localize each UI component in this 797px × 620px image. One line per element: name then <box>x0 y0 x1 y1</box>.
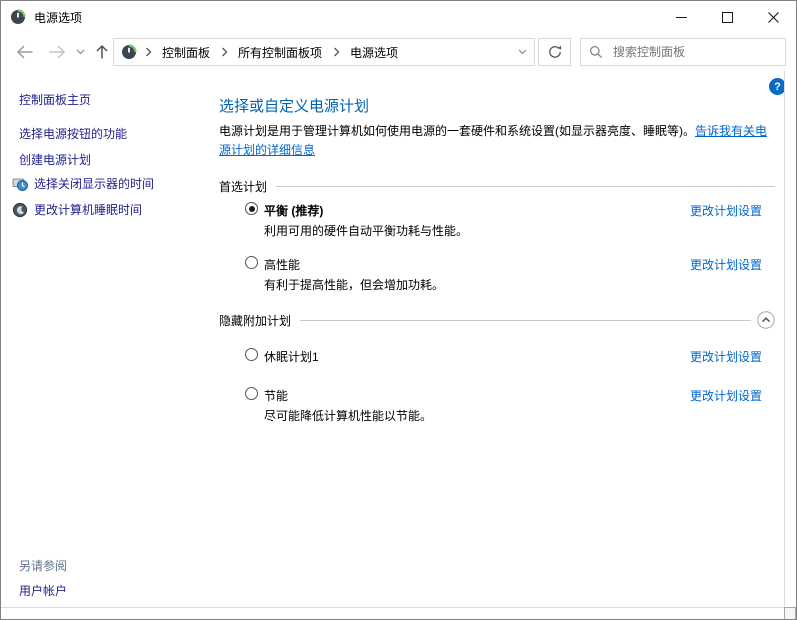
sidebar-item-display-off-time[interactable]: 选择关闭显示器的时间 <box>12 175 154 192</box>
forward-button[interactable] <box>45 42 69 62</box>
breadcrumb-item-all-control-panel-items[interactable]: 所有控制面板项 <box>231 39 329 65</box>
sidebar-item-create-power-plan[interactable]: 创建电源计划 <box>19 151 91 168</box>
plan-radio-high-performance[interactable] <box>245 256 258 269</box>
power-options-icon <box>121 44 137 60</box>
chevron-down-icon <box>76 49 85 55</box>
refresh-icon <box>548 45 562 59</box>
see-also-header: 另请参阅 <box>19 557 67 574</box>
sidebar-item-sleep-time[interactable]: 更改计算机睡眠时间 <box>12 201 142 218</box>
collapse-section-button[interactable] <box>757 311 775 329</box>
section-header-label: 隐藏附加计划 <box>219 312 291 329</box>
plan-row-high-performance: 高性能 更改计划设置 <box>219 255 775 273</box>
plan-radio-balanced[interactable] <box>245 202 258 215</box>
chevron-down-icon <box>518 49 527 55</box>
search-icon <box>589 45 603 59</box>
sleep-icon <box>12 202 28 218</box>
breadcrumb-item-control-panel[interactable]: 控制面板 <box>155 39 217 65</box>
intro-text: 电源计划是用于管理计算机如何使用电源的一套硬件和系统设置(如显示器亮度、睡眠等)… <box>219 124 695 138</box>
section-header-label: 首选计划 <box>219 178 267 195</box>
recent-locations-dropdown[interactable] <box>73 42 87 62</box>
breadcrumb-item-power-options[interactable]: 电源选项 <box>343 39 405 65</box>
page-title: 选择或自定义电源计划 <box>219 95 369 116</box>
plan-description: 利用可用的硬件自动平衡功耗与性能。 <box>264 222 468 239</box>
search-input[interactable] <box>611 44 777 60</box>
intro-paragraph: 电源计划是用于管理计算机如何使用电源的一套硬件和系统设置(如显示器亮度、睡眠等)… <box>219 122 767 160</box>
address-dropdown-button[interactable] <box>510 39 534 65</box>
address-bar[interactable]: 控制面板 所有控制面板项 电源选项 <box>113 38 535 66</box>
refresh-button[interactable] <box>538 38 571 66</box>
plan-name[interactable]: 高性能 <box>264 256 300 273</box>
plan-row-balanced: 平衡 (推荐) 更改计划设置 <box>219 201 775 219</box>
sidebar-item-user-accounts[interactable]: 用户帐户 <box>19 582 67 599</box>
power-options-icon <box>10 9 26 25</box>
close-button[interactable] <box>750 1 796 33</box>
sidebar-item-label: 选择关闭显示器的时间 <box>34 175 154 192</box>
title-bar: 电源选项 <box>1 1 796 33</box>
display-clock-icon <box>12 176 28 192</box>
sidebar-item-power-buttons[interactable]: 选择电源按钮的功能 <box>19 125 127 142</box>
window-controls <box>658 1 796 33</box>
back-arrow-icon <box>16 45 34 59</box>
up-button[interactable] <box>91 42 113 62</box>
up-arrow-icon <box>95 44 109 60</box>
section-preferred-plans: 首选计划 <box>219 178 775 195</box>
plan-radio-power-saver[interactable] <box>245 387 258 400</box>
navigation-bar: 控制面板 所有控制面板项 电源选项 <box>1 33 796 71</box>
power-options-window: 电源选项 <box>0 0 797 620</box>
back-button[interactable] <box>13 42 37 62</box>
maximize-button[interactable] <box>704 1 750 33</box>
plan-name[interactable]: 休眠计划1 <box>264 348 319 365</box>
maximize-icon <box>722 12 733 23</box>
section-divider <box>276 186 775 187</box>
plan-name[interactable]: 节能 <box>264 387 288 404</box>
change-plan-settings-link[interactable]: 更改计划设置 <box>690 387 762 404</box>
sidebar-item-control-panel-home[interactable]: 控制面板主页 <box>19 91 91 108</box>
forward-arrow-icon <box>48 45 66 59</box>
minimize-icon <box>676 12 687 23</box>
chevron-right-icon[interactable] <box>329 39 343 65</box>
search-box[interactable] <box>580 38 786 66</box>
scrollbar-corner <box>784 607 796 620</box>
plan-row-power-saver: 节能 更改计划设置 <box>219 386 775 404</box>
close-icon <box>768 12 779 23</box>
sidebar-item-label: 更改计算机睡眠时间 <box>34 201 142 218</box>
horizontal-scrollbar-track[interactable] <box>1 607 784 620</box>
section-divider <box>300 320 751 321</box>
change-plan-settings-link[interactable]: 更改计划设置 <box>690 256 762 273</box>
vertical-scrollbar-track[interactable] <box>784 71 796 607</box>
change-plan-settings-link[interactable]: 更改计划设置 <box>690 348 762 365</box>
minimize-button[interactable] <box>658 1 704 33</box>
help-icon: ? <box>774 81 781 93</box>
plan-row-hibernate-plan-1: 休眠计划1 更改计划设置 <box>219 347 775 365</box>
window-title: 电源选项 <box>34 9 82 26</box>
change-plan-settings-link[interactable]: 更改计划设置 <box>690 202 762 219</box>
chevron-right-icon[interactable] <box>141 39 155 65</box>
plan-radio-hibernate-plan-1[interactable] <box>245 348 258 361</box>
section-hidden-plans: 隐藏附加计划 <box>219 311 775 329</box>
plan-description: 尽可能降低计算机性能以节能。 <box>264 407 432 424</box>
plan-name[interactable]: 平衡 (推荐) <box>264 202 323 219</box>
plan-description: 有利于提高性能，但会增加功耗。 <box>264 276 444 293</box>
chevron-right-icon[interactable] <box>217 39 231 65</box>
